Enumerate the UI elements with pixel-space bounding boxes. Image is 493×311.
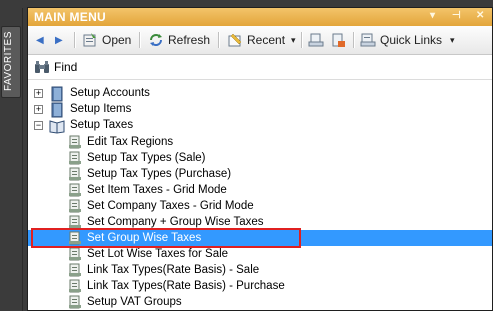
document-icon <box>69 263 81 277</box>
tree-group-label: Setup Accounts <box>70 87 150 99</box>
forward-button[interactable]: ▶ <box>55 30 63 50</box>
recent-button[interactable]: Recent ▾ <box>227 30 296 50</box>
favorites-label: FAVORITES <box>3 31 14 91</box>
document-icon <box>69 215 81 229</box>
tree-item-label: Setup Tax Types (Sale) <box>87 152 206 164</box>
pin-icon[interactable]: ⊣ <box>452 10 461 21</box>
doc-add-icon <box>308 33 324 47</box>
tree-item-label: Set Company Taxes - Grid Mode <box>87 200 254 212</box>
back-button[interactable]: ◀ <box>36 30 44 50</box>
dropdown-icon[interactable]: ▾ <box>430 10 435 21</box>
find-label: Find <box>54 60 78 74</box>
remove-link-button[interactable] <box>330 30 350 50</box>
tree-group-setup-taxes[interactable]: − Setup Taxes <box>34 118 234 134</box>
title-bar: MAIN MENU ▾ ⊣ ✕ <box>28 8 492 26</box>
tree-item-label: Set Item Taxes - Grid Mode <box>87 184 227 196</box>
book-icon <box>51 102 63 118</box>
tree-item-label: Setup VAT Groups <box>87 296 182 308</box>
tree-item[interactable]: Setup VAT Groups <box>68 294 182 310</box>
tree-group-setup-items[interactable]: + Setup Items <box>34 102 234 118</box>
document-icon <box>69 247 81 261</box>
tree-item[interactable]: Setup Tax Types (Sale) <box>68 150 205 166</box>
document-icon <box>69 199 81 213</box>
favorites-tab[interactable]: FAVORITES <box>1 26 21 98</box>
toolbar-separator <box>353 32 355 48</box>
add-link-button[interactable] <box>308 30 328 50</box>
panel-title: MAIN MENU <box>34 10 107 24</box>
highlight-box <box>31 228 301 248</box>
quick-links-icon <box>360 33 376 47</box>
tree-item-label: Set Lot Wise Taxes for Sale <box>87 248 229 260</box>
tree-group-label: Setup Items <box>70 103 132 115</box>
tree-item[interactable]: Setup Tax Types (Purchase) <box>68 166 231 182</box>
favorites-strip: FAVORITES <box>0 8 23 311</box>
document-icon <box>69 135 81 149</box>
tree-item-label: Link Tax Types(Rate Basis) - Purchase <box>87 280 285 292</box>
toolbar: ◀ ▶ Open Refresh Recent ▾ Quick Links ▾ <box>28 26 492 55</box>
tree-item[interactable]: Set Item Taxes - Grid Mode <box>68 182 227 198</box>
toolbar-separator <box>218 32 220 48</box>
document-icon <box>69 151 81 165</box>
toolbar-separator <box>301 32 303 48</box>
tree-item[interactable]: Link Tax Types(Rate Basis) - Purchase <box>68 278 285 294</box>
expand-icon[interactable]: + <box>34 89 43 98</box>
document-icon <box>69 279 81 293</box>
tree-item-label: Link Tax Types(Rate Basis) - Sale <box>87 264 260 276</box>
app-frame: FAVORITES MAIN MENU ▾ ⊣ ✕ ◀ ▶ Open Refre… <box>0 0 493 311</box>
quick-links-label: Quick Links <box>380 33 443 47</box>
tree-item[interactable]: Set Company Taxes - Grid Mode <box>68 198 254 214</box>
find-bar[interactable]: Find <box>28 55 492 80</box>
tree-item[interactable]: Edit Tax Regions <box>68 134 173 150</box>
open-icon <box>83 33 96 47</box>
tree-item-label: Setup Tax Types (Purchase) <box>87 168 232 180</box>
main-menu-panel: MAIN MENU ▾ ⊣ ✕ ◀ ▶ Open Refresh Recent … <box>27 7 493 311</box>
collapse-icon[interactable]: − <box>34 121 43 130</box>
tree-group-label: Setup Taxes <box>70 119 134 131</box>
expand-icon[interactable]: + <box>34 105 43 114</box>
tree-group-setup-accounts[interactable]: + Setup Accounts <box>34 86 234 102</box>
toolbar-separator <box>139 32 141 48</box>
document-icon <box>69 183 81 197</box>
tree-item[interactable]: Set Lot Wise Taxes for Sale <box>68 246 228 262</box>
refresh-label: Refresh <box>168 33 211 47</box>
doc-remove-icon <box>332 33 345 47</box>
close-icon[interactable]: ✕ <box>476 10 484 21</box>
recent-icon <box>228 33 242 47</box>
tree-item[interactable]: Link Tax Types(Rate Basis) - Sale <box>68 262 259 278</box>
refresh-button[interactable]: Refresh <box>148 30 210 50</box>
binoculars-icon <box>35 61 49 73</box>
open-book-icon <box>49 120 65 134</box>
toolbar-separator <box>74 32 76 48</box>
open-label: Open <box>102 33 132 47</box>
book-icon <box>51 86 63 102</box>
document-icon <box>69 167 81 181</box>
open-button[interactable]: Open <box>82 30 131 50</box>
refresh-icon <box>150 34 162 46</box>
tree-item-label: Set Company + Group Wise Taxes <box>87 216 264 228</box>
recent-dropdown-arrow[interactable]: ▾ <box>291 35 296 46</box>
quick-links-button[interactable]: Quick Links ▾ <box>360 30 455 50</box>
recent-label: Recent <box>247 33 286 47</box>
quick-links-dropdown-arrow[interactable]: ▾ <box>450 35 455 46</box>
document-icon <box>69 295 81 309</box>
tree-item-label: Edit Tax Regions <box>87 136 174 148</box>
